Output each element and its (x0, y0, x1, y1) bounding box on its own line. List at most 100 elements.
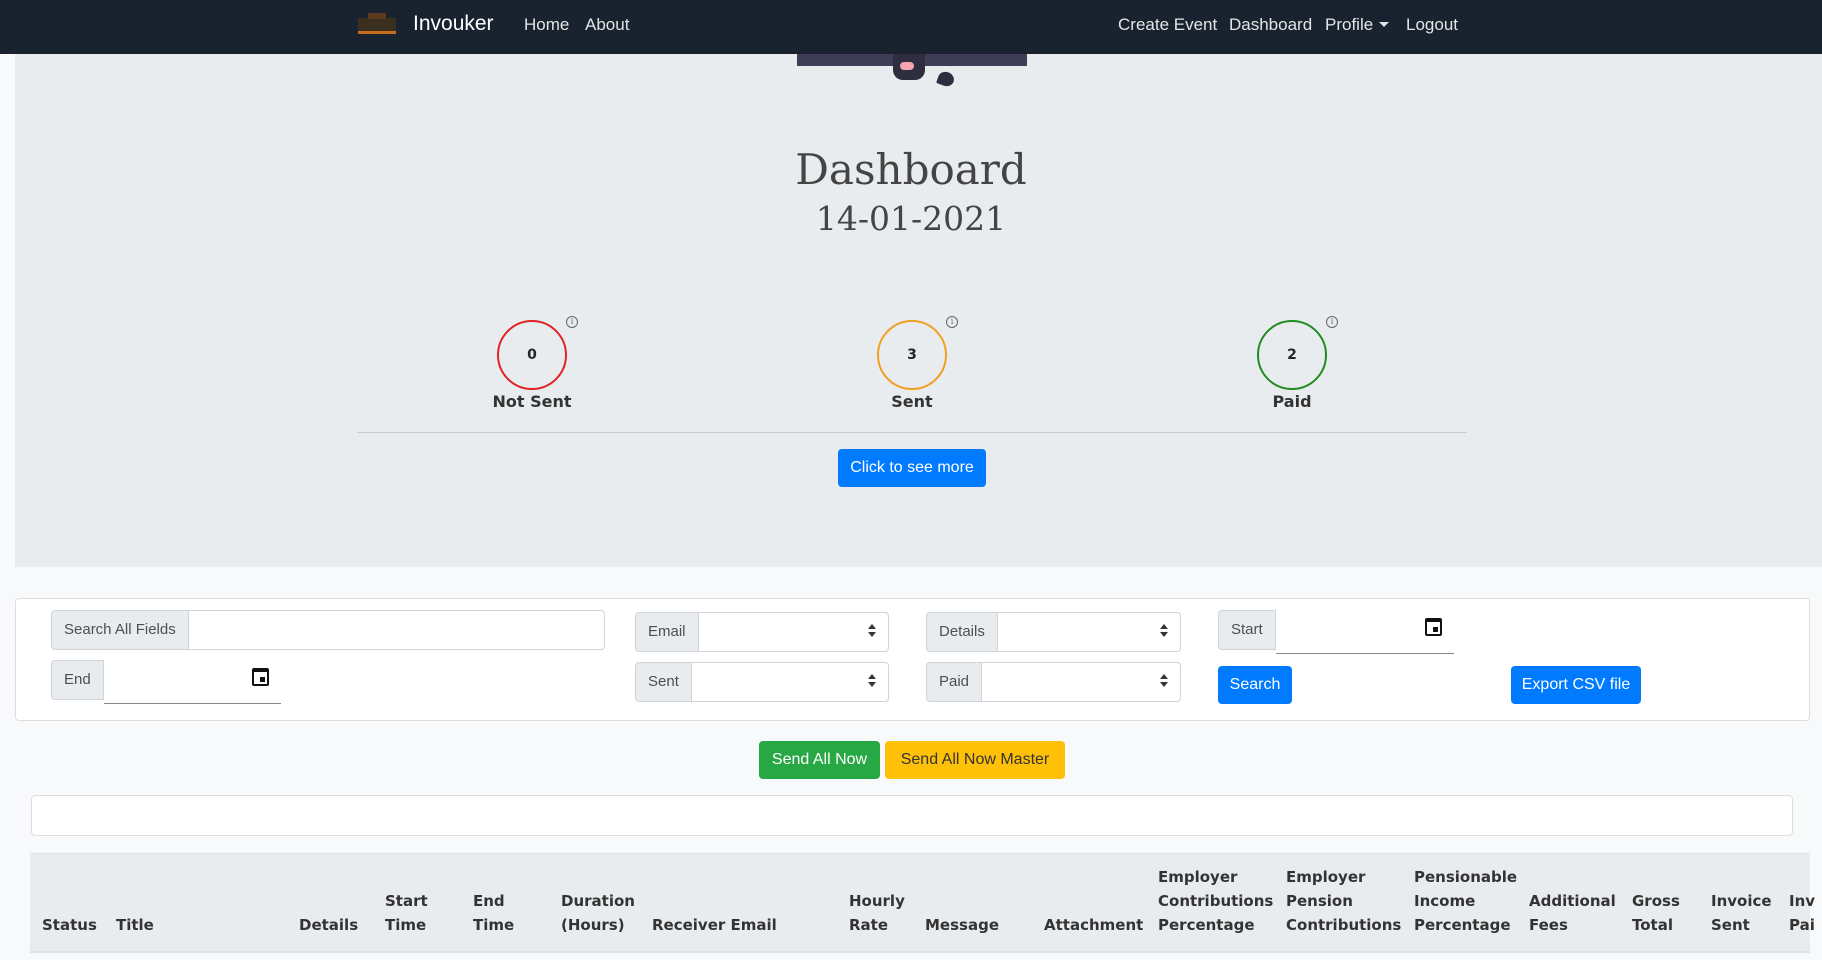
stat-not-sent: i 0 Not Sent (462, 316, 602, 411)
sent-filter-label: Sent (635, 662, 692, 702)
export-csv-button[interactable]: Export CSV file (1511, 666, 1641, 704)
table-column-header: Additional Fees (1529, 889, 1616, 937)
table-column-header: Message (925, 913, 999, 937)
stat-sent-circle: 3 (877, 320, 947, 390)
info-icon[interactable]: i (566, 316, 578, 328)
email-filter-label: Email (635, 612, 699, 652)
start-date-group: Start (1218, 610, 1454, 654)
details-filter-group: Details (926, 612, 1181, 652)
end-date-input[interactable] (103, 660, 281, 704)
search-all-group: Search All Fields (51, 610, 605, 650)
send-all-now-master-button[interactable]: Send All Now Master (885, 741, 1065, 779)
nav-create-event[interactable]: Create Event (1118, 15, 1217, 35)
table-column-header-line: Pensionable (1414, 868, 1518, 886)
table-column-header-line: Fees (1529, 916, 1568, 934)
stat-sent: i 3 Sent (842, 316, 982, 411)
table-column-header-line: Pension (1286, 892, 1353, 910)
nav-profile-dropdown[interactable]: Profile (1325, 15, 1390, 35)
stat-paid-label: Paid (1272, 392, 1312, 411)
table-column-header-line: Employer (1158, 868, 1238, 886)
message-box (31, 795, 1793, 836)
brand-logo-icon[interactable] (358, 13, 396, 34)
table-column-header-line: Additional (1529, 892, 1616, 910)
table-column-header: Receiver Email (652, 913, 777, 937)
nav-home[interactable]: Home (524, 15, 569, 35)
select-arrows-icon (1160, 674, 1168, 690)
table-column-header-line: Duration (561, 892, 635, 910)
sent-filter-group: Sent (635, 662, 889, 702)
email-select[interactable] (698, 612, 889, 652)
caret-down-icon (1379, 22, 1390, 27)
stat-not-sent-label: Not Sent (492, 392, 572, 411)
paid-select[interactable] (982, 662, 1181, 702)
stat-paid: i 2 Paid (1222, 316, 1362, 411)
table-column-header: Start Time (385, 889, 428, 937)
navbar: Invouker Home About Create Event Dashboa… (0, 0, 1822, 54)
table-column-header-line: Total (1632, 916, 1673, 934)
table-column-header-line: Employer (1286, 868, 1366, 886)
table-column-header: Status (42, 913, 97, 937)
table-column-header-line: Details (299, 916, 359, 934)
table-column-header-line: Inv (1789, 892, 1816, 910)
select-arrows-icon (1160, 624, 1168, 640)
table-column-header-line: Time (385, 916, 427, 934)
stats-divider (357, 432, 1467, 433)
stat-paid-circle: 2 (1257, 320, 1327, 390)
table-column-header: Invoice Sent (1711, 889, 1772, 937)
table-column-header-line: Start (385, 892, 428, 910)
table-column-header: Gross Total (1632, 889, 1680, 937)
table-column-header-line: Sent (1711, 916, 1750, 934)
select-arrows-icon (868, 624, 876, 640)
table-column-header: Title (116, 913, 154, 937)
table-column-header-line: Status (42, 916, 97, 934)
sent-select[interactable] (691, 662, 889, 702)
end-date-group: End (51, 660, 281, 704)
search-all-input[interactable] (188, 610, 605, 650)
table-column-header: Duration (Hours) (561, 889, 635, 937)
brand-name[interactable]: Invouker (413, 12, 494, 36)
table-column-header: Inv Pai (1789, 889, 1815, 937)
end-date-label: End (51, 660, 104, 700)
table-column-header: Hourly Rate (849, 889, 905, 937)
table-column-header-line: Percentage (1158, 916, 1255, 934)
see-more-button[interactable]: Click to see more (838, 449, 986, 487)
nav-profile-label: Profile (1325, 15, 1374, 34)
info-icon[interactable]: i (946, 316, 958, 328)
table-column-header-line: Pai (1789, 916, 1815, 934)
table-column-header: Employer Contributions Percentage (1158, 865, 1273, 937)
table-column-header: Employer Pension Contributions (1286, 865, 1401, 937)
page-date: 14-01-2021 (815, 199, 1007, 238)
paid-filter-label: Paid (926, 662, 983, 702)
stat-not-sent-circle: 0 (497, 320, 567, 390)
calendar-icon[interactable] (1425, 618, 1442, 636)
stat-sent-label: Sent (891, 392, 933, 411)
page-title: Dashboard (795, 145, 1027, 194)
start-date-label: Start (1218, 610, 1276, 650)
table-column-header-line: Hourly (849, 892, 905, 910)
start-date-input[interactable] (1275, 610, 1454, 654)
table-column-header-line: (Hours) (561, 916, 625, 934)
table-column-header-line: Contributions (1286, 916, 1402, 934)
table-column-header-line: Rate (849, 916, 889, 934)
table-column-header: Attachment (1044, 913, 1143, 937)
nav-dashboard[interactable]: Dashboard (1229, 15, 1312, 35)
table-column-header-line: Attachment (1044, 916, 1144, 934)
table-column-header-line: Title (116, 916, 154, 934)
send-all-now-button[interactable]: Send All Now (759, 741, 880, 779)
table-column-header-line: Percentage (1414, 916, 1511, 934)
email-filter-group: Email (635, 612, 889, 652)
table-column-header-line: Invoice (1711, 892, 1772, 910)
search-button[interactable]: Search (1218, 666, 1292, 704)
table-column-header: End Time (473, 889, 514, 937)
details-select[interactable] (997, 612, 1181, 652)
details-filter-label: Details (926, 612, 998, 652)
nav-about[interactable]: About (585, 15, 629, 35)
table-column-header-line: Gross (1632, 892, 1680, 910)
info-icon[interactable]: i (1326, 316, 1338, 328)
calendar-icon[interactable] (252, 668, 269, 686)
dashboard-jumbotron (15, 54, 1822, 567)
nav-logout[interactable]: Logout (1406, 15, 1458, 35)
table-column-header-line: Time (473, 916, 515, 934)
hero-hand-shape (900, 62, 914, 70)
search-all-label: Search All Fields (51, 610, 189, 650)
